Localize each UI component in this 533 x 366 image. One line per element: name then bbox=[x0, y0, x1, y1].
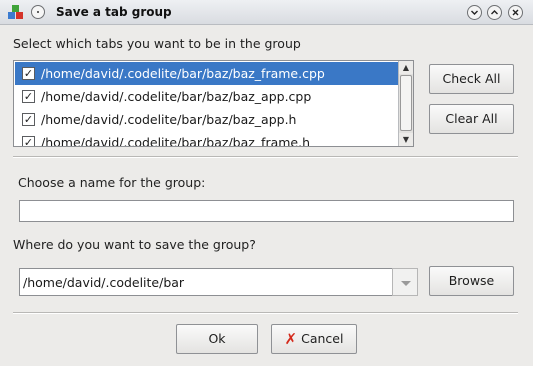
window-title: Save a tab group bbox=[56, 5, 172, 19]
list-item[interactable]: ✓ /home/david/.codelite/bar/baz/baz_app.… bbox=[15, 108, 398, 131]
clear-all-button[interactable]: Clear All bbox=[429, 104, 514, 134]
combo-dropdown-icon[interactable] bbox=[392, 268, 418, 296]
browse-button[interactable]: Browse bbox=[429, 266, 514, 296]
maximize-button[interactable] bbox=[487, 5, 502, 20]
checkbox[interactable]: ✓ bbox=[22, 136, 35, 146]
list-item-label: /home/david/.codelite/bar/baz/baz_frame.… bbox=[41, 135, 311, 147]
path-prompt-label: Where do you want to save the group? bbox=[13, 237, 256, 252]
name-prompt-label: Choose a name for the group: bbox=[18, 175, 206, 190]
cancel-button-label: Cancel bbox=[301, 331, 344, 346]
tabs-prompt-label: Select which tabs you want to be in the … bbox=[13, 36, 301, 51]
minimize-button[interactable] bbox=[467, 5, 482, 20]
cancel-x-icon: ✗ bbox=[284, 330, 298, 348]
close-button[interactable] bbox=[508, 5, 523, 20]
ok-button[interactable]: Ok bbox=[176, 324, 258, 354]
cancel-button[interactable]: ✗ Cancel bbox=[271, 324, 357, 354]
save-path-combo-input[interactable]: /home/david/.codelite/bar bbox=[19, 268, 394, 296]
separator bbox=[13, 312, 518, 314]
maximize-icon bbox=[491, 10, 498, 15]
minimize-icon bbox=[471, 10, 478, 15]
close-icon bbox=[512, 9, 519, 16]
tabs-checklist[interactable]: ✓ /home/david/.codelite/bar/baz/baz_fram… bbox=[13, 60, 414, 147]
checkbox[interactable]: ✓ bbox=[22, 90, 35, 103]
list-item-label: /home/david/.codelite/bar/baz/baz_app.cp… bbox=[41, 89, 312, 104]
list-item-label: /home/david/.codelite/bar/baz/baz_app.h bbox=[41, 112, 297, 127]
ok-button-label: Ok bbox=[208, 331, 226, 346]
group-name-input[interactable] bbox=[19, 200, 514, 222]
checkbox[interactable]: ✓ bbox=[22, 113, 35, 126]
checkbox[interactable]: ✓ bbox=[22, 67, 35, 80]
app-icon bbox=[8, 5, 23, 19]
list-item[interactable]: ✓ /home/david/.codelite/bar/baz/baz_fram… bbox=[15, 131, 398, 147]
window-menu-button[interactable] bbox=[31, 5, 45, 19]
scroll-up-arrow-icon[interactable]: ▲ bbox=[399, 61, 413, 74]
separator bbox=[13, 156, 518, 158]
list-item[interactable]: ✓ /home/david/.codelite/bar/baz/baz_app.… bbox=[15, 85, 398, 108]
check-all-button[interactable]: Check All bbox=[429, 64, 514, 94]
scroll-thumb[interactable] bbox=[400, 75, 412, 131]
list-item[interactable]: ✓ /home/david/.codelite/bar/baz/baz_fram… bbox=[15, 62, 398, 85]
list-item-label: /home/david/.codelite/bar/baz/baz_frame.… bbox=[41, 66, 325, 81]
title-bar[interactable]: Save a tab group bbox=[0, 0, 533, 25]
list-scrollbar[interactable]: ▲ ▼ bbox=[398, 61, 413, 146]
scroll-down-arrow-icon[interactable]: ▼ bbox=[399, 133, 413, 146]
